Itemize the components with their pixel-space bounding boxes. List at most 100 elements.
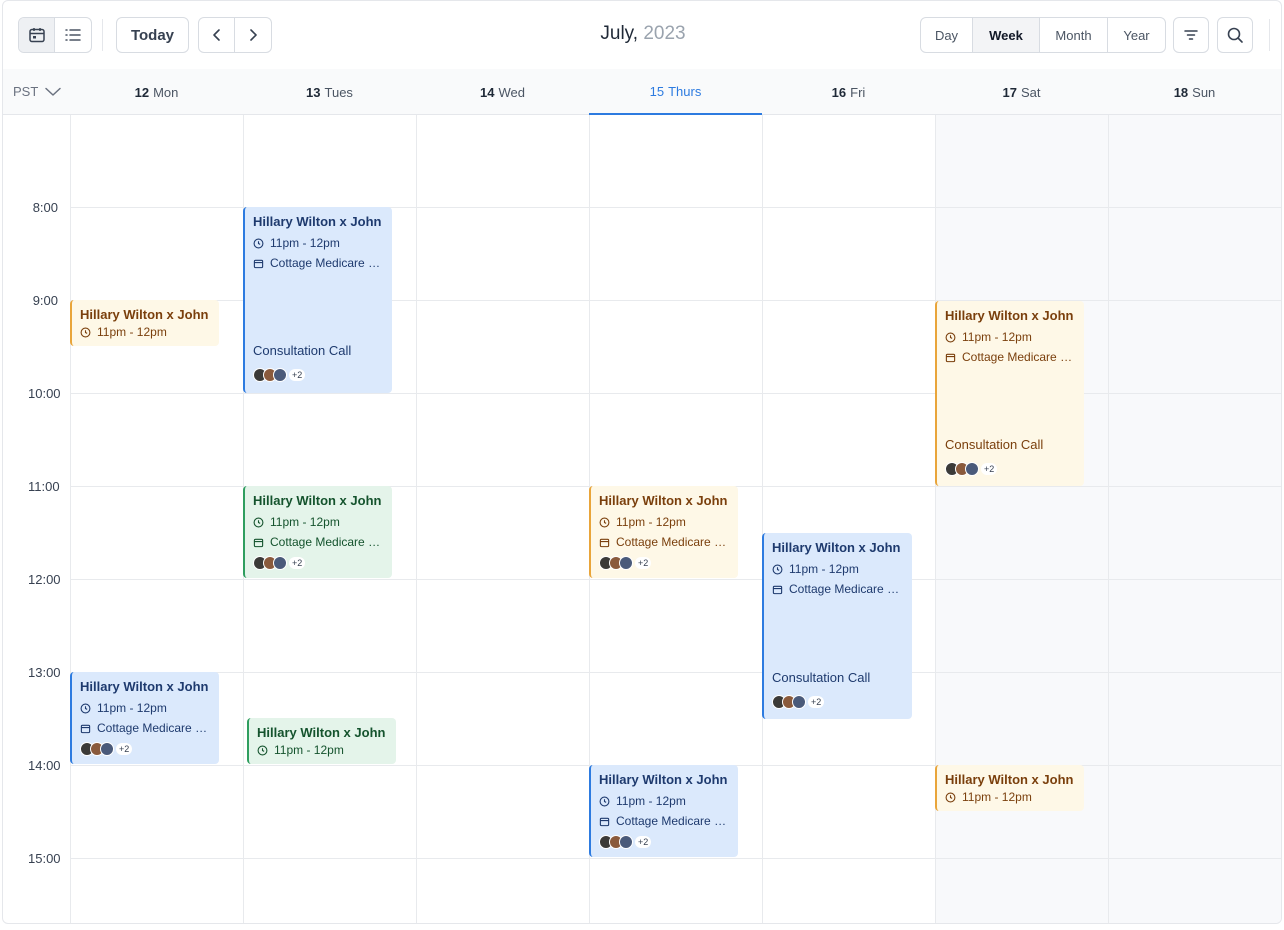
search-button[interactable] [1217, 17, 1253, 53]
attendee-avatars: +2 [599, 556, 730, 570]
day-column-fri[interactable] [762, 115, 935, 923]
more-attendees-badge: +2 [808, 696, 825, 708]
attendee-avatars: +2 [253, 556, 384, 570]
day-name: Fri [850, 84, 866, 100]
event-time: 11pm - 12pm [962, 330, 1032, 344]
more-attendees-badge: +2 [289, 369, 306, 381]
event-description: Consultation Call [253, 343, 352, 358]
week-grid: 8:00 9:00 10:00 11:00 12:00 13:00 14:00 … [3, 115, 1281, 923]
avatar [100, 742, 114, 756]
hour-line [70, 672, 1281, 673]
event-card[interactable]: Hillary Wilton x John 11pm - 12pm Cottag… [70, 672, 219, 764]
avatar [965, 462, 979, 476]
range-year-button[interactable]: Year [1108, 18, 1165, 52]
event-card[interactable]: Hillary Wilton x John 11pm - 12pm Cottag… [762, 533, 912, 719]
clock-icon [945, 792, 956, 802]
event-description: Consultation Call [945, 437, 1044, 452]
day-header-wed[interactable]: 14 Wed [416, 69, 589, 115]
toolbar: Today July, 2023 Day Week Month Year [3, 1, 1281, 69]
range-week-button[interactable]: Week [973, 18, 1040, 52]
more-attendees-badge: +2 [635, 836, 652, 848]
event-time: 11pm - 12pm [789, 562, 859, 576]
filter-button[interactable] [1173, 17, 1209, 53]
day-header-sat[interactable]: 17 Sat [935, 69, 1108, 115]
hour-line [70, 858, 1281, 859]
clock-icon [257, 745, 268, 755]
event-time: 11pm - 12pm [97, 701, 167, 715]
time-label: 15:00 [28, 851, 61, 866]
day-header-thu-today[interactable]: 15 Thurs [589, 69, 762, 115]
month-label: July, [600, 23, 639, 44]
day-number: 18 [1173, 84, 1189, 100]
avatar [273, 368, 287, 382]
event-card[interactable]: Hillary Wilton x John 11pm - 12pm [247, 718, 396, 764]
attendee-avatars: +2 [80, 742, 211, 756]
more-attendees-badge: +2 [635, 557, 652, 569]
search-icon [1227, 27, 1243, 43]
calendar-small-icon [80, 724, 91, 733]
event-card[interactable]: Hillary Wilton x John 11pm - 12pm Cottag… [589, 486, 738, 578]
event-description: Consultation Call [772, 670, 871, 685]
range-day-button[interactable]: Day [921, 18, 973, 52]
day-header-mon[interactable]: 12 Mon [70, 69, 243, 115]
event-card[interactable]: Hillary Wilton x John 11pm - 12pm Cottag… [243, 486, 392, 578]
hour-line [70, 579, 1281, 580]
avatar [792, 695, 806, 709]
day-header-sun[interactable]: 18 Sun [1108, 69, 1281, 115]
event-time: 11pm - 12pm [616, 794, 686, 808]
event-time: 11pm - 12pm [270, 515, 340, 529]
year-label: 2023 [638, 23, 686, 44]
event-title: Hillary Wilton x John [599, 493, 728, 508]
calendar-small-icon [253, 259, 264, 268]
clock-icon [945, 332, 956, 342]
toolbar-divider-right [1269, 19, 1270, 51]
day-number: 12 [134, 84, 150, 100]
event-title: Hillary Wilton x John [945, 308, 1074, 323]
clock-icon [599, 517, 610, 527]
day-number: 17 [1002, 84, 1017, 100]
event-card[interactable]: Hillary Wilton x John 11pm - 12pm [935, 765, 1084, 811]
event-time: 11pm - 12pm [962, 790, 1032, 804]
event-card[interactable]: Hillary Wilton x John 11pm - 12pm [70, 300, 219, 346]
day-number: 16 [831, 84, 847, 100]
day-header-fri[interactable]: 16 Fri [762, 69, 935, 115]
attendee-avatars: +2 [599, 835, 730, 849]
timezone-selector[interactable]: PST [13, 84, 62, 99]
day-column-mon[interactable] [70, 115, 243, 923]
event-location: Cottage Medicare H... [616, 535, 730, 549]
avatar [619, 835, 633, 849]
event-card[interactable]: Hillary Wilton x John 11pm - 12pm Cottag… [589, 765, 738, 857]
calendar-app: Today July, 2023 Day Week Month Year PST [2, 0, 1282, 924]
day-column-wed[interactable] [416, 115, 589, 923]
event-location: Cottage Medicare H... [97, 721, 211, 735]
event-card[interactable]: Hillary Wilton x John 11pm - 12pm Cottag… [243, 207, 392, 393]
calendar-small-icon [772, 585, 783, 594]
week-header: PST 12 Mon 13 Tues 14 Wed 15 Thurs 16 Fri 17 S… [3, 69, 1281, 115]
day-number: 14 [480, 84, 495, 100]
attendee-avatars: +2 [772, 695, 825, 709]
clock-icon [253, 238, 264, 248]
time-label: 14:00 [28, 758, 61, 773]
range-month-button[interactable]: Month [1040, 18, 1108, 52]
day-header-tue[interactable]: 13 Tues [243, 69, 416, 115]
time-label: 12:00 [28, 572, 61, 587]
day-column-sun[interactable] [1108, 115, 1281, 923]
event-title: Hillary Wilton x John [253, 493, 382, 508]
range-selector: Day Week Month Year [920, 17, 1166, 53]
time-label: 11:00 [28, 479, 60, 494]
event-card[interactable]: Hillary Wilton x John 11pm - 12pm Cottag… [935, 301, 1084, 486]
day-number: 13 [306, 84, 321, 100]
time-label: 13:00 [28, 665, 61, 680]
event-time: 11pm - 12pm [274, 743, 344, 757]
hour-line [70, 393, 1281, 394]
calendar-small-icon [599, 538, 610, 547]
time-label: 8:00 [32, 200, 58, 215]
event-location: Cottage Medicare H... [616, 814, 730, 828]
event-title: Hillary Wilton x John [599, 772, 728, 787]
more-attendees-badge: +2 [116, 743, 133, 755]
time-label: 10:00 [28, 386, 61, 401]
time-label: 9:00 [32, 293, 58, 308]
day-name: Sat [1020, 84, 1041, 100]
day-name: Sun [1192, 84, 1216, 100]
calendar-small-icon [253, 538, 264, 547]
